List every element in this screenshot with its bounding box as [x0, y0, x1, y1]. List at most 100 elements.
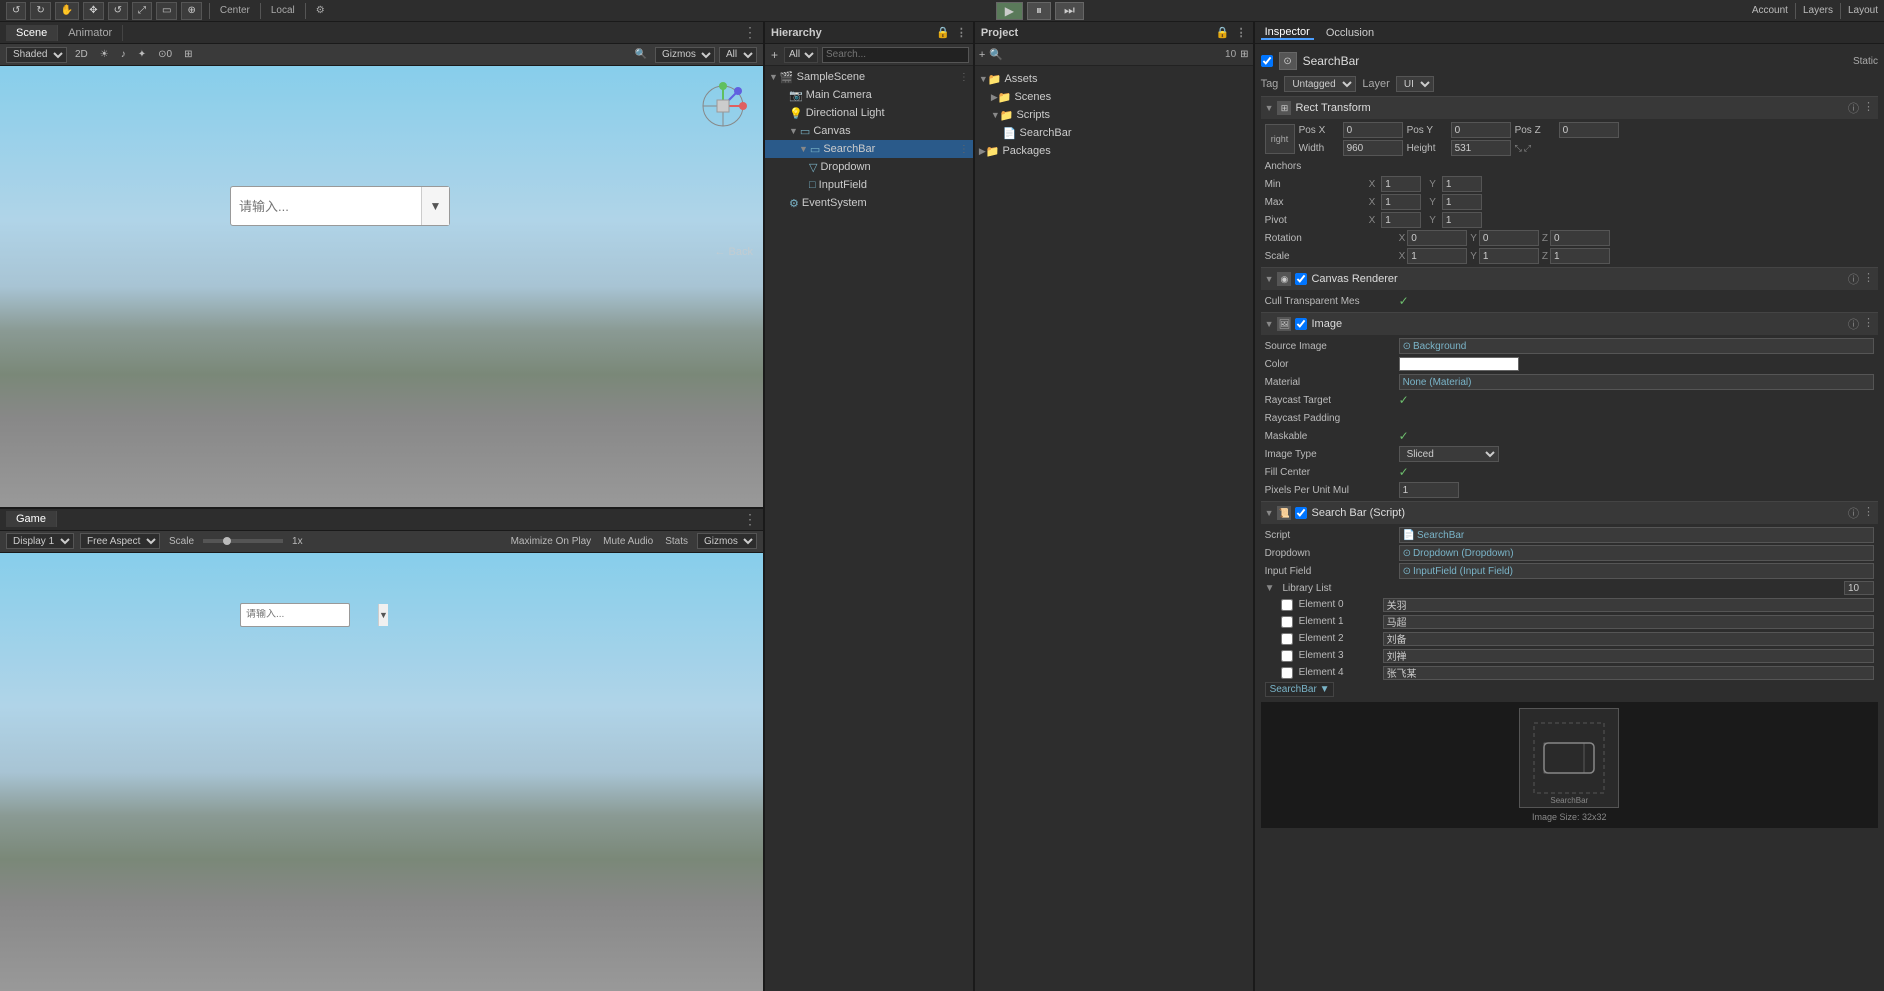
game-gizmos-dropdown[interactable]: Gizmos — [697, 533, 757, 549]
scale-z-input[interactable] — [1550, 248, 1610, 264]
min-x-input[interactable] — [1381, 176, 1421, 192]
inspector-tab[interactable]: Inspector — [1261, 26, 1314, 40]
search-icon-scene[interactable]: 🔍 — [631, 49, 651, 60]
tree-canvas[interactable]: ▼ ▭ Canvas — [765, 122, 973, 140]
rot-z-input[interactable] — [1550, 230, 1610, 246]
tree-eventsystem[interactable]: ⚙ EventSystem — [765, 194, 973, 212]
list-item-4-checkbox[interactable] — [1281, 667, 1293, 679]
maximize-btn[interactable]: Maximize On Play — [508, 536, 595, 547]
library-list-count[interactable] — [1844, 581, 1874, 595]
searchbar-script-section[interactable]: ▼ 📜 Search Bar (Script) ⓘ ⋮ — [1261, 501, 1878, 524]
hierarchy-scene-root[interactable]: ▼ 🎬 SampleScene ⋮ — [765, 68, 973, 86]
canvas-renderer-active[interactable] — [1295, 273, 1307, 285]
scale-x-input[interactable] — [1407, 248, 1467, 264]
aspect-dropdown[interactable]: Free Aspect — [80, 533, 160, 549]
hierarchy-search[interactable] — [822, 47, 969, 63]
scene-search-input[interactable] — [239, 199, 421, 214]
project-scripts[interactable]: ▼ 📁 Scripts — [975, 106, 1253, 124]
layers-btn[interactable]: Layers — [1803, 5, 1833, 16]
rect-tool[interactable]: ▭ — [156, 2, 177, 20]
list-item-1-checkbox[interactable] — [1281, 616, 1293, 628]
grid-btn[interactable]: ⊞ — [180, 49, 196, 60]
display-dropdown[interactable]: Display 1 — [6, 533, 74, 549]
layout-btn[interactable]: Layout — [1848, 5, 1878, 16]
play-button[interactable]: ▶ — [996, 2, 1023, 20]
layer-dropdown[interactable]: UI — [1396, 76, 1434, 92]
rect-transform-section[interactable]: ▼ ⊞ Rect Transform ⓘ ⋮ — [1261, 96, 1878, 119]
pos-z-input[interactable] — [1559, 122, 1619, 138]
tree-dropdown[interactable]: ▽ Dropdown — [765, 158, 973, 176]
game-search-input[interactable] — [246, 609, 378, 620]
color-swatch[interactable] — [1399, 357, 1519, 371]
scene-more-btn[interactable]: ⋮ — [959, 72, 969, 83]
game-more-btn[interactable]: ⋮ — [743, 511, 757, 528]
hierarchy-lock-icon[interactable]: 🔒 — [936, 26, 950, 39]
account-btn[interactable]: Account — [1752, 5, 1788, 16]
tree-main-camera[interactable]: 📷 Main Camera — [765, 86, 973, 104]
move-tool[interactable]: ✥ — [83, 2, 103, 20]
project-add-btn[interactable]: + — [979, 49, 985, 61]
project-layout-btn[interactable]: ⊞ — [1240, 49, 1248, 60]
list-item-4-value[interactable] — [1383, 666, 1874, 680]
pos-y-input[interactable] — [1451, 122, 1511, 138]
max-x-input[interactable] — [1381, 194, 1421, 210]
list-item-0-value[interactable] — [1383, 598, 1874, 612]
2d-btn[interactable]: 2D — [71, 49, 92, 60]
script-menu-icon[interactable]: ⋮ — [1863, 505, 1874, 521]
shading-dropdown[interactable]: Shaded — [6, 47, 67, 63]
lighting-btn[interactable]: ☀ — [96, 49, 113, 60]
source-image-field[interactable]: ⊙ Background — [1399, 338, 1874, 354]
image-info-icon[interactable]: ⓘ — [1848, 316, 1859, 332]
searchbar-section-label[interactable]: SearchBar ▼ — [1265, 682, 1335, 697]
canvas-renderer-section[interactable]: ▼ ◉ Canvas Renderer ⓘ ⋮ — [1261, 267, 1878, 290]
scale-slider[interactable] — [203, 539, 283, 543]
min-y-input[interactable] — [1442, 176, 1482, 192]
scene-search-arrow[interactable]: ▼ — [421, 187, 449, 225]
max-y-input[interactable] — [1442, 194, 1482, 210]
list-item-2-value[interactable] — [1383, 632, 1874, 646]
pause-button[interactable]: ⏸ — [1027, 2, 1051, 20]
script-info-icon[interactable]: ⓘ — [1848, 505, 1859, 521]
image-type-dropdown[interactable]: Sliced — [1399, 446, 1499, 462]
tab-animator[interactable]: Animator — [58, 25, 123, 41]
canvas-menu-icon[interactable]: ⋮ — [1863, 271, 1874, 287]
scene-more-btn[interactable]: ⋮ — [743, 24, 757, 41]
image-active-checkbox[interactable] — [1295, 318, 1307, 330]
canvas-info-icon[interactable]: ⓘ — [1848, 271, 1859, 287]
tag-dropdown[interactable]: Untagged — [1284, 76, 1356, 92]
image-section[interactable]: ▼ 🖼 Image ⓘ ⋮ — [1261, 312, 1878, 335]
scale-tool[interactable]: ⤢ — [132, 2, 152, 20]
width-input[interactable] — [1343, 140, 1403, 156]
tree-searchbar[interactable]: ▼ ▭ SearchBar ⋮ — [765, 140, 973, 158]
anchor-preset-box[interactable]: right — [1265, 124, 1295, 154]
tree-dir-light[interactable]: 💡 Directional Light — [765, 104, 973, 122]
rot-y-input[interactable] — [1479, 230, 1539, 246]
stats-btn[interactable]: Stats — [662, 536, 691, 547]
rotate-tool[interactable]: ↺ — [108, 2, 128, 20]
project-search-btn[interactable]: 🔍 — [989, 48, 1003, 61]
step-button[interactable]: ⏭ — [1055, 2, 1084, 20]
component-active-checkbox[interactable] — [1261, 55, 1273, 67]
searchbar-more-btn[interactable]: ⋮ — [959, 144, 969, 155]
project-packages[interactable]: ▶ 📁 Packages — [975, 142, 1253, 160]
rot-x-input[interactable] — [1407, 230, 1467, 246]
list-item-0-checkbox[interactable] — [1281, 599, 1293, 611]
project-lock-icon[interactable]: 🔒 — [1216, 26, 1230, 39]
rect-info-icon[interactable]: ⓘ — [1848, 100, 1859, 116]
project-more-icon[interactable]: ⋮ — [1236, 26, 1247, 39]
project-assets[interactable]: ▼ 📁 Assets — [975, 70, 1253, 88]
hierarchy-more-icon[interactable]: ⋮ — [956, 26, 967, 39]
script-active-checkbox[interactable] — [1295, 507, 1307, 519]
project-searchbar-script[interactable]: 📄 SearchBar — [975, 124, 1253, 142]
occlusion-tab[interactable]: Occlusion — [1322, 27, 1378, 39]
all-dropdown[interactable]: All — [719, 47, 757, 63]
list-item-2-checkbox[interactable] — [1281, 633, 1293, 645]
redo-button[interactable]: ↻ — [30, 2, 50, 20]
pixels-input[interactable] — [1399, 482, 1459, 498]
fx-btn[interactable]: ✦ — [134, 49, 150, 60]
image-menu-icon[interactable]: ⋮ — [1863, 316, 1874, 332]
audio-btn[interactable]: ♪ — [117, 49, 130, 60]
tab-scene[interactable]: Scene — [6, 25, 58, 41]
tree-inputfield[interactable]: □ InputField — [765, 176, 973, 194]
list-item-3-checkbox[interactable] — [1281, 650, 1293, 662]
